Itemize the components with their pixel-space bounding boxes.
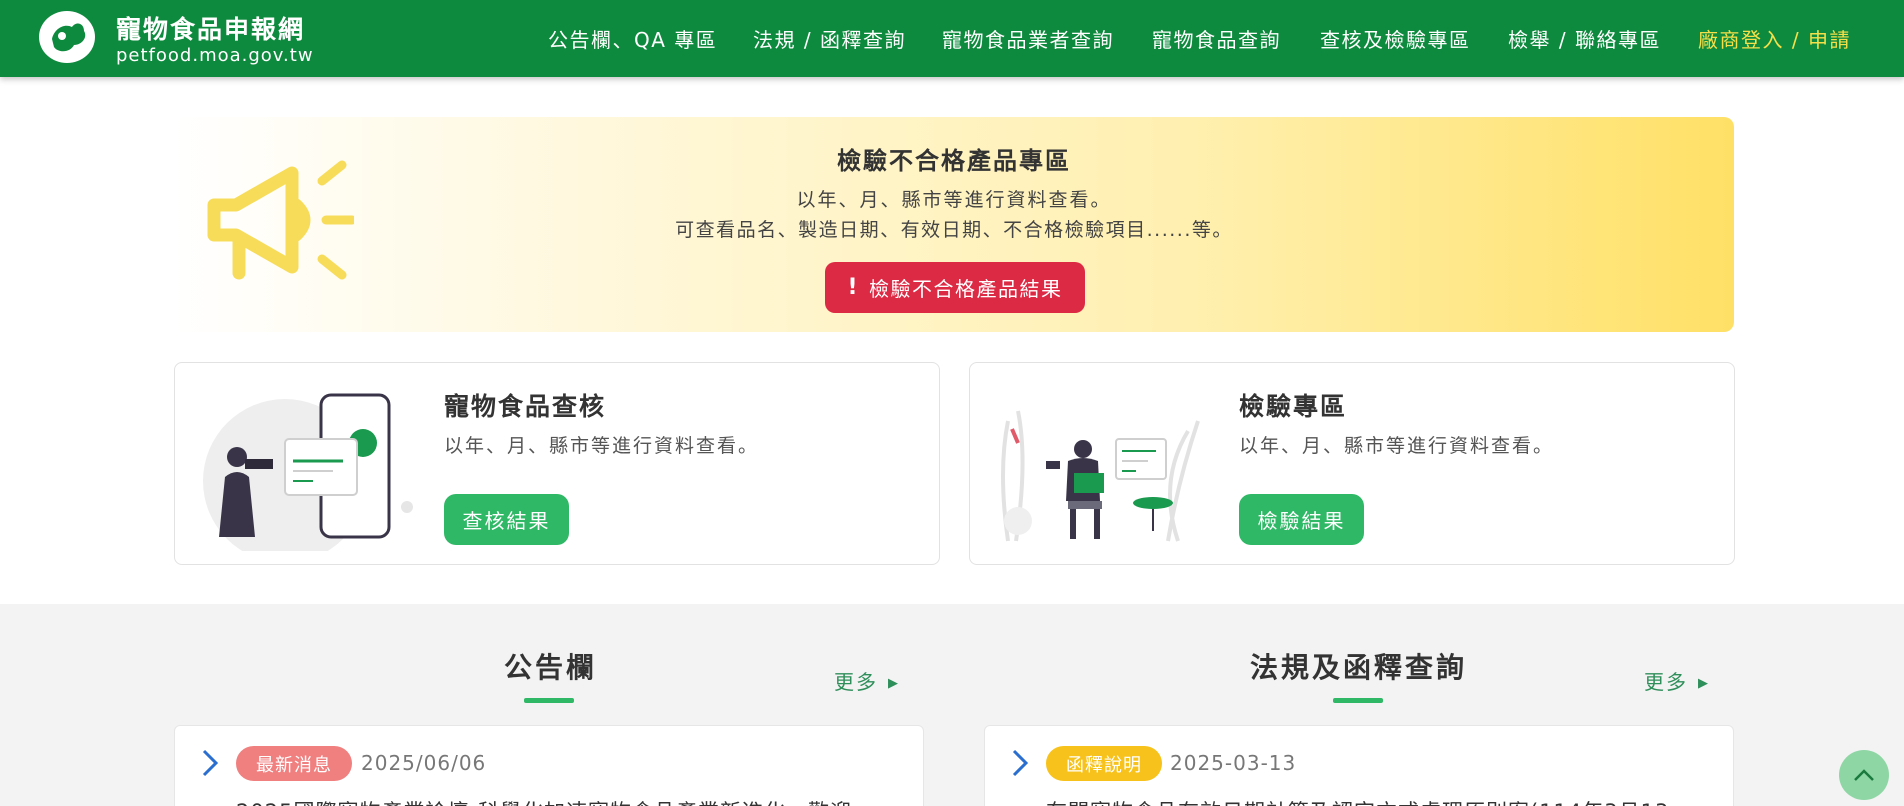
audit-card: 寵物食品查核 以年、月、縣市等進行資料查看。 查核結果 bbox=[174, 362, 940, 565]
banner-title: 檢驗不合格產品專區 bbox=[837, 147, 1071, 175]
category-badge: 最新消息 bbox=[236, 746, 352, 781]
regulation-item[interactable]: 函釋說明 2025-03-13 有關寵物食品有效日期計算及認定方式處理原則案(1… bbox=[984, 725, 1734, 806]
nav-vendor-login[interactable]: 廠商登入 / 申請 bbox=[1698, 24, 1851, 53]
nav-vendor-search[interactable]: 寵物食品業者查詢 bbox=[942, 24, 1114, 53]
nav-inspection[interactable]: 查核及檢驗專區 bbox=[1320, 24, 1471, 53]
caret-right-icon: ▶ bbox=[1698, 676, 1710, 691]
item-date: 2025-03-13 bbox=[1170, 751, 1297, 775]
card-title: 檢驗專區 bbox=[1239, 392, 1348, 421]
announcement-item[interactable]: 最新消息 2025/06/06 2025國際寵物產業論壇-科學化加速寵物食品產業… bbox=[174, 725, 924, 806]
card-description: 以年、月、縣市等進行資料查看。 bbox=[1239, 435, 1555, 457]
item-title[interactable]: 有關寵物食品有效日期計算及認定方式處理原則案(114年3月13 bbox=[1046, 796, 1669, 806]
site-header: 寵物食品申報網 petfood.moa.gov.tw 公告欄、QA 專區 法規 … bbox=[0, 0, 1904, 77]
chevron-up-icon bbox=[1854, 769, 1874, 781]
back-to-top-button[interactable] bbox=[1839, 750, 1889, 800]
nav-regulations[interactable]: 法規 / 函釋查詢 bbox=[753, 24, 906, 53]
main-nav: 公告欄、QA 專區 法規 / 函釋查詢 寵物食品業者查詢 寵物食品查詢 查核及檢… bbox=[0, 24, 1904, 54]
regulations-title: 法規及函釋查詢 bbox=[1250, 651, 1468, 684]
audit-results-button[interactable]: 查核結果 bbox=[444, 494, 569, 545]
item-date: 2025/06/06 bbox=[361, 751, 487, 775]
caret-right-icon: ▶ bbox=[888, 676, 900, 691]
card-description: 以年、月、縣市等進行資料查看。 bbox=[444, 435, 760, 457]
title-underline bbox=[1333, 698, 1383, 703]
exclamation-icon: ! bbox=[847, 275, 860, 300]
title-underline bbox=[524, 698, 574, 703]
card-title: 寵物食品查核 bbox=[444, 392, 607, 421]
person-laptop-illustration bbox=[1001, 410, 1200, 542]
announcements-more-link[interactable]: 更多 ▶ bbox=[834, 666, 900, 695]
failed-products-button[interactable]: ! 檢驗不合格產品結果 bbox=[825, 262, 1085, 313]
inspection-results-button[interactable]: 檢驗結果 bbox=[1239, 494, 1364, 545]
photographer-illustration bbox=[203, 393, 413, 551]
chevron-right-icon bbox=[202, 749, 219, 777]
nav-food-search[interactable]: 寵物食品查詢 bbox=[1152, 24, 1281, 53]
nav-announcements[interactable]: 公告欄、QA 專區 bbox=[548, 24, 717, 53]
announcements-title: 公告欄 bbox=[504, 651, 598, 684]
banner-description-2: 可查看品名、製造日期、有效日期、不合格檢驗項目......等。 bbox=[675, 219, 1233, 241]
failed-products-banner: 檢驗不合格產品專區 以年、月、縣市等進行資料查看。 可查看品名、製造日期、有效日… bbox=[174, 117, 1734, 332]
news-section: 公告欄 更多 ▶ 法規及函釋查詢 更多 ▶ 最新消息 2025/06/06 2025… bbox=[0, 604, 1904, 806]
nav-report-contact[interactable]: 檢舉 / 聯絡專區 bbox=[1508, 24, 1661, 53]
category-badge: 函釋說明 bbox=[1046, 746, 1162, 781]
regulations-more-link[interactable]: 更多 ▶ bbox=[1644, 666, 1710, 695]
banner-description-1: 以年、月、縣市等進行資料查看。 bbox=[796, 189, 1112, 211]
more-label: 更多 bbox=[1644, 670, 1688, 694]
item-title[interactable]: 2025國際寵物產業論壇-科學化加速寵物食品產業新進化，歡迎 bbox=[236, 796, 852, 806]
failed-products-button-label: 檢驗不合格產品結果 bbox=[869, 277, 1063, 301]
inspection-card: 檢驗專區 以年、月、縣市等進行資料查看。 檢驗結果 bbox=[969, 362, 1735, 565]
more-label: 更多 bbox=[834, 670, 878, 694]
chevron-right-icon bbox=[1012, 749, 1029, 777]
